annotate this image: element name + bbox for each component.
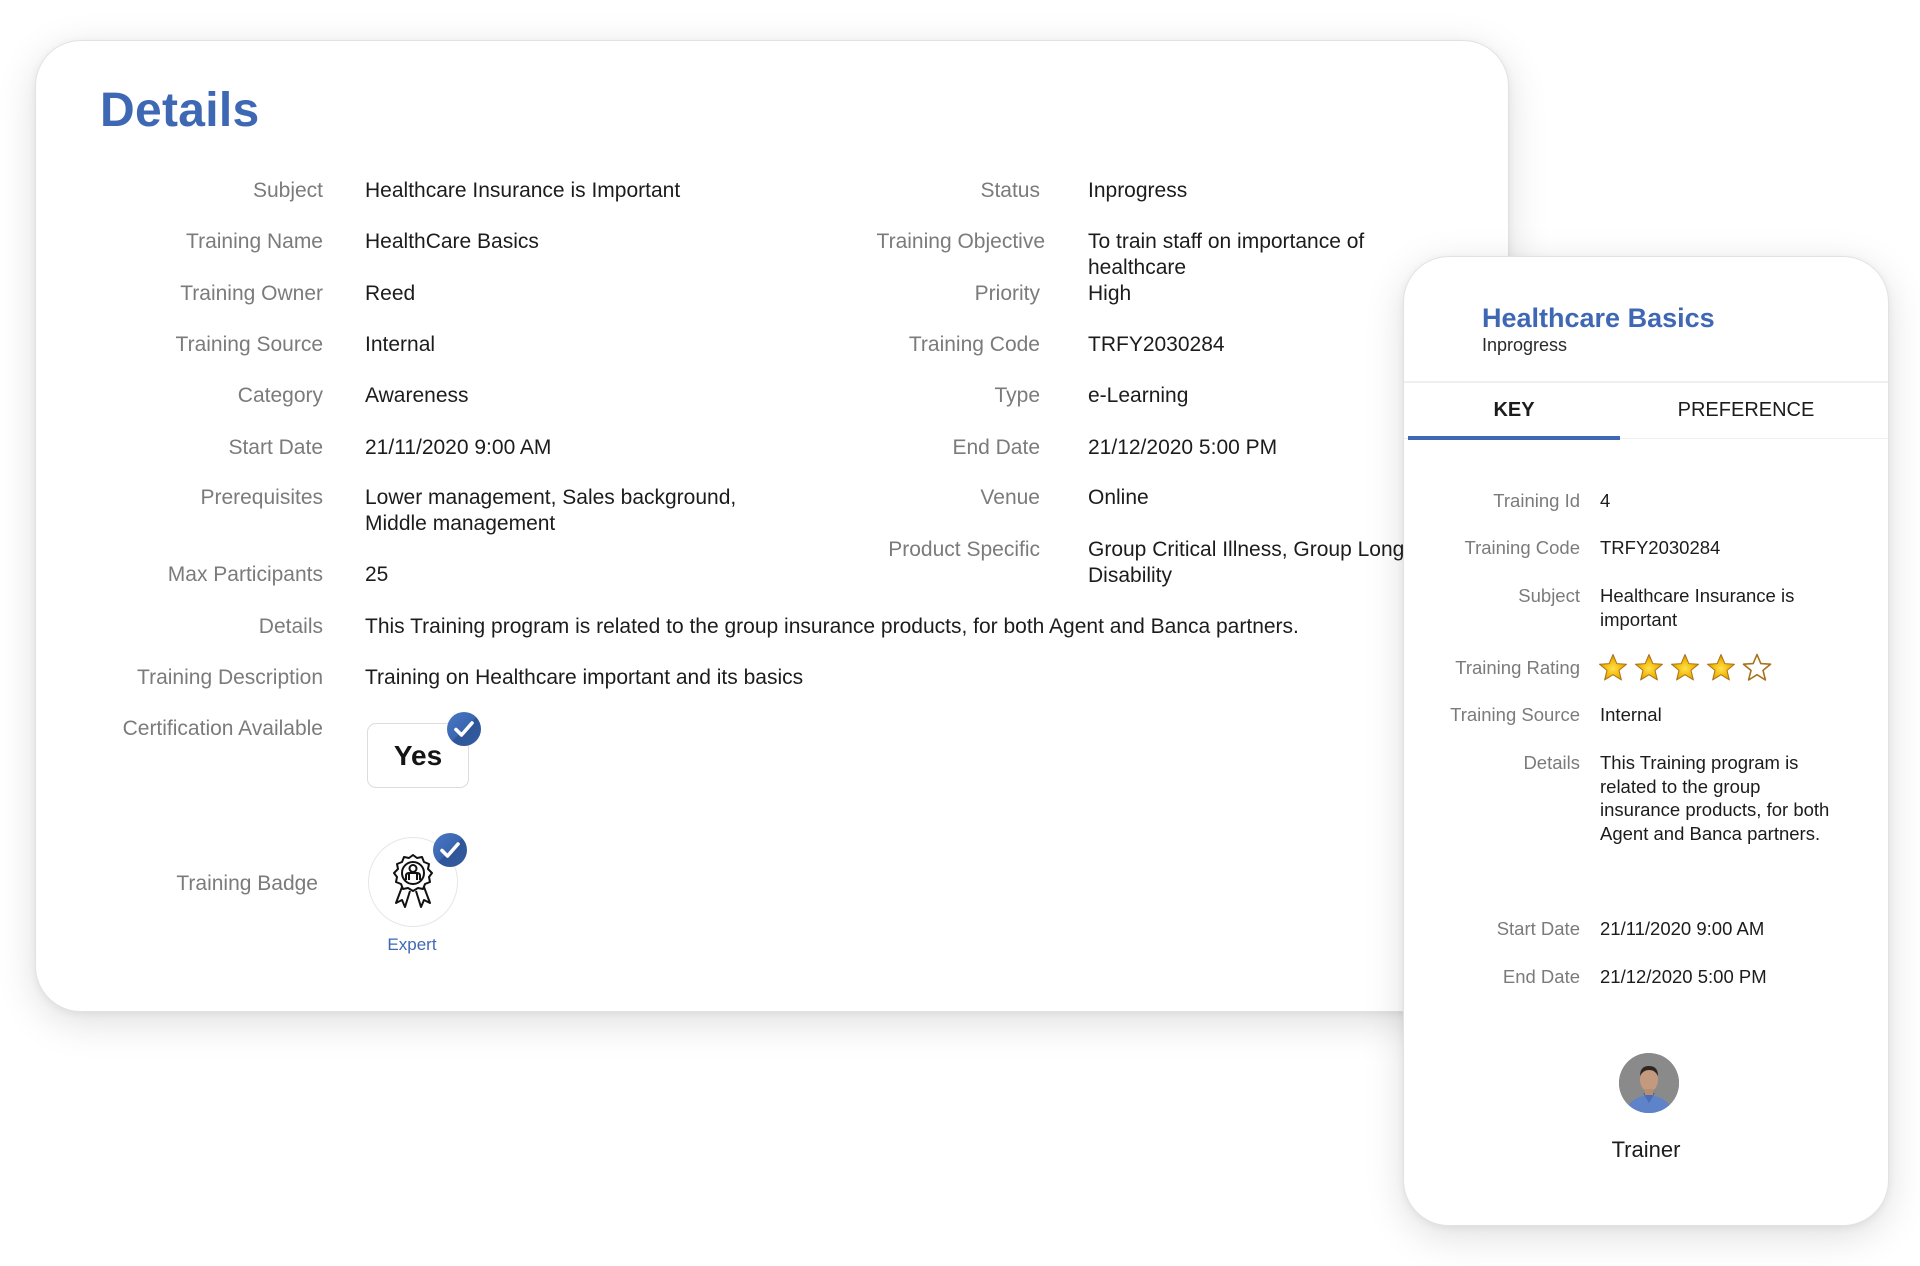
trainer-avatar[interactable]	[1619, 1053, 1679, 1113]
field-value-training-code: TRFY2030284	[1600, 537, 1721, 558]
field-label-priority: Priority	[974, 282, 1040, 305]
field-value-training-owner: Reed	[365, 282, 416, 305]
field-value-prerequisites: Lower management, Sales background, Midd…	[365, 486, 737, 535]
star-filled-icon	[1634, 653, 1664, 687]
field-label-subject: Subject	[1518, 585, 1580, 606]
field-label-subject: Subject	[252, 179, 323, 202]
field-label-training-id: Training Id	[1493, 490, 1580, 511]
header-divider	[1404, 381, 1888, 383]
field-value-max-participants: 25	[365, 563, 389, 586]
star-empty-icon	[1742, 653, 1772, 687]
field-label-training-owner: Training Owner	[180, 282, 323, 305]
star-filled-icon	[1598, 653, 1628, 687]
field-label-training-badge: Training Badge	[176, 872, 318, 895]
training-rating	[1598, 653, 1772, 687]
field-value-training-source: Internal	[365, 333, 436, 356]
field-value-training-description: Training on Healthcare important and its…	[365, 666, 804, 689]
field-label-training-code: Training Code	[908, 333, 1040, 356]
field-label-training-objective: Training Objective	[876, 230, 1045, 253]
field-label-end-date: End Date	[1502, 966, 1580, 987]
field-value-status: Inprogress	[1088, 179, 1188, 202]
summary-title: Healthcare Basics	[1482, 303, 1715, 333]
field-label-training-code: Training Code	[1464, 537, 1580, 558]
field-label-category: Category	[237, 384, 323, 407]
field-label-venue: Venue	[980, 486, 1040, 509]
star-filled-icon	[1670, 653, 1700, 687]
field-label-training-rating: Training Rating	[1455, 657, 1580, 678]
field-value-subject: Healthcare Insurance is Important	[365, 179, 681, 202]
field-label-product-specific: Product Specific	[888, 538, 1040, 561]
field-label-training-description: Training Description	[137, 666, 323, 689]
tab-preference[interactable]: PREFERENCE	[1620, 399, 1872, 422]
field-value-end-date: 21/12/2020 5:00 PM	[1600, 966, 1767, 987]
field-value-type: e-Learning	[1088, 384, 1189, 407]
field-label-max-participants: Max Participants	[167, 563, 323, 586]
field-label-details: Details	[258, 615, 323, 638]
field-label-details: Details	[1523, 752, 1580, 773]
trainer-label: Trainer	[1611, 1137, 1681, 1162]
field-value-start-date: 21/11/2020 9:00 AM	[365, 436, 552, 459]
field-value-priority: High	[1088, 282, 1132, 305]
field-label-training-name: Training Name	[186, 230, 323, 253]
field-value-training-name: HealthCare Basics	[365, 230, 539, 253]
field-label-status: Status	[980, 179, 1040, 202]
field-label-prerequisites: Prerequisites	[200, 486, 323, 509]
badge-check-icon	[433, 833, 467, 867]
field-label-training-source: Training Source	[1450, 704, 1580, 725]
certification-check-icon	[447, 712, 481, 746]
field-value-training-code: TRFY2030284	[1088, 333, 1225, 356]
field-value-category: Awareness	[365, 384, 469, 407]
details-card: Details Subject Healthcare Insurance is …	[35, 40, 1509, 1012]
summary-status: Inprogress	[1482, 335, 1568, 355]
award-ribbon-icon	[393, 854, 433, 908]
field-value-end-date: 21/12/2020 5:00 PM	[1088, 436, 1278, 459]
field-label-training-source: Training Source	[175, 333, 323, 356]
field-value-details: This Training program is related to the …	[365, 615, 1299, 638]
field-label-end-date: End Date	[952, 436, 1040, 459]
field-label-type: Type	[994, 384, 1040, 407]
field-value-venue: Online	[1088, 486, 1149, 509]
field-value-subject: Healthcare Insurance is important	[1600, 585, 1795, 630]
star-filled-icon	[1706, 653, 1736, 687]
tab-key[interactable]: KEY	[1408, 399, 1620, 422]
field-label-start-date: Start Date	[1496, 918, 1580, 939]
field-label-start-date: Start Date	[228, 436, 323, 459]
field-value-details: This Training program is related to the …	[1600, 752, 1830, 844]
field-label-certification: Certification Available	[122, 717, 323, 740]
field-value-training-source: Internal	[1600, 704, 1662, 725]
badge-name: Expert	[387, 935, 437, 954]
field-value-training-id: 4	[1600, 490, 1611, 511]
field-value-start-date: 21/11/2020 9:00 AM	[1600, 918, 1765, 939]
field-value-training-objective: To train staff on importance of healthca…	[1088, 230, 1365, 279]
training-summary-card: Healthcare Basics Inprogress KEY PREFERE…	[1403, 256, 1889, 1226]
active-tab-indicator	[1408, 436, 1620, 440]
page-title: Details	[100, 84, 260, 137]
